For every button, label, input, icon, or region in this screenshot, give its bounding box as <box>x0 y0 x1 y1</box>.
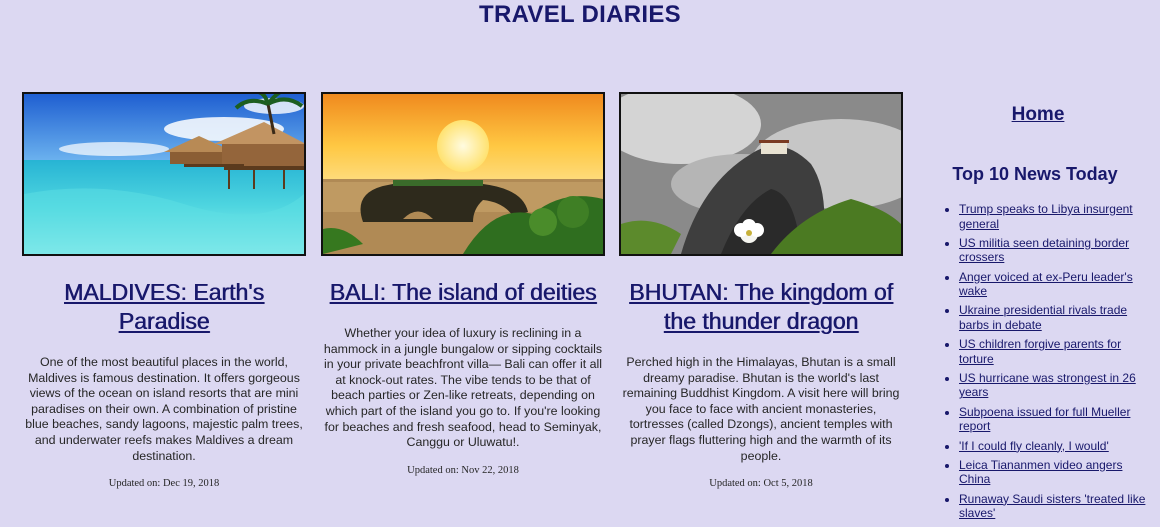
home-link[interactable]: Home <box>919 104 1157 126</box>
site-title: TRAVEL DIARIES <box>478 1 681 28</box>
maldives-image[interactable] <box>22 92 306 256</box>
news-link[interactable]: Anger voiced at ex-Peru leader's wake <box>959 270 1133 299</box>
article-updated-date: Updated on: Nov 22, 2018 <box>407 464 519 476</box>
news-item: US children forgive parents for torture <box>959 337 1157 366</box>
article-title[interactable]: MALDIVES: Earth's Paradise <box>22 278 306 336</box>
news-link[interactable]: US militia seen detaining border crosser… <box>959 236 1129 265</box>
article-description: Perched high in the Himalayas, Bhutan is… <box>622 355 900 463</box>
news-item: US hurricane was strongest in 26 years <box>959 371 1157 400</box>
news-item: Ukraine presidential rivals trade barbs … <box>959 303 1157 332</box>
bali-photo <box>323 94 603 254</box>
news-item: Anger voiced at ex-Peru leader's wake <box>959 270 1157 299</box>
bhutan-image[interactable] <box>619 92 903 256</box>
news-link[interactable]: Trump speaks to Libya insurgent general <box>959 202 1133 231</box>
bali-image[interactable] <box>321 92 605 256</box>
news-link[interactable]: Leica Tiananmen video angers China <box>959 458 1122 487</box>
news-link[interactable]: Ukraine presidential rivals trade barbs … <box>959 303 1127 332</box>
article-card-bali: BALI: The island of deities Whether your… <box>321 92 605 476</box>
article-description: Whether your idea of luxury is reclining… <box>323 326 603 450</box>
article-updated-date: Updated on: Dec 19, 2018 <box>108 478 220 490</box>
news-item: Trump speaks to Libya insurgent general <box>959 202 1157 231</box>
news-item: Leica Tiananmen video angers China <box>959 458 1157 487</box>
article-card-bhutan: BHUTAN: The kingdom of the thunder drago… <box>619 92 903 489</box>
bhutan-photo <box>621 94 901 254</box>
news-item: 'If I could fly cleanly, I would' <box>959 439 1157 454</box>
news-link[interactable]: 'If I could fly cleanly, I would' <box>959 439 1109 453</box>
news-list: Trump speaks to Libya insurgent general … <box>925 202 1157 521</box>
news-item: Runaway Saudi sisters 'treated like slav… <box>959 492 1157 521</box>
sidebar: Home Top 10 News Today Trump speaks to L… <box>925 104 1157 525</box>
news-link[interactable]: Subpoena issued for full Mueller report <box>959 405 1130 434</box>
news-link[interactable]: US children forgive parents for torture <box>959 337 1121 366</box>
news-link[interactable]: Runaway Saudi sisters 'treated like slav… <box>959 492 1145 521</box>
news-item: Subpoena issued for full Mueller report <box>959 405 1157 434</box>
maldives-photo <box>24 94 304 254</box>
article-card-maldives: MALDIVES: Earth's Paradise One of the mo… <box>22 92 306 489</box>
article-title[interactable]: BALI: The island of deities <box>321 278 605 307</box>
article-updated-date: Updated on: Oct 5, 2018 <box>709 478 813 490</box>
news-item: US militia seen detaining border crosser… <box>959 236 1157 265</box>
news-heading: Top 10 News Today <box>952 164 1118 184</box>
article-description: One of the most beautiful places in the … <box>25 355 303 463</box>
article-title[interactable]: BHUTAN: The kingdom of the thunder drago… <box>619 278 903 336</box>
news-link[interactable]: US hurricane was strongest in 26 years <box>959 371 1136 400</box>
